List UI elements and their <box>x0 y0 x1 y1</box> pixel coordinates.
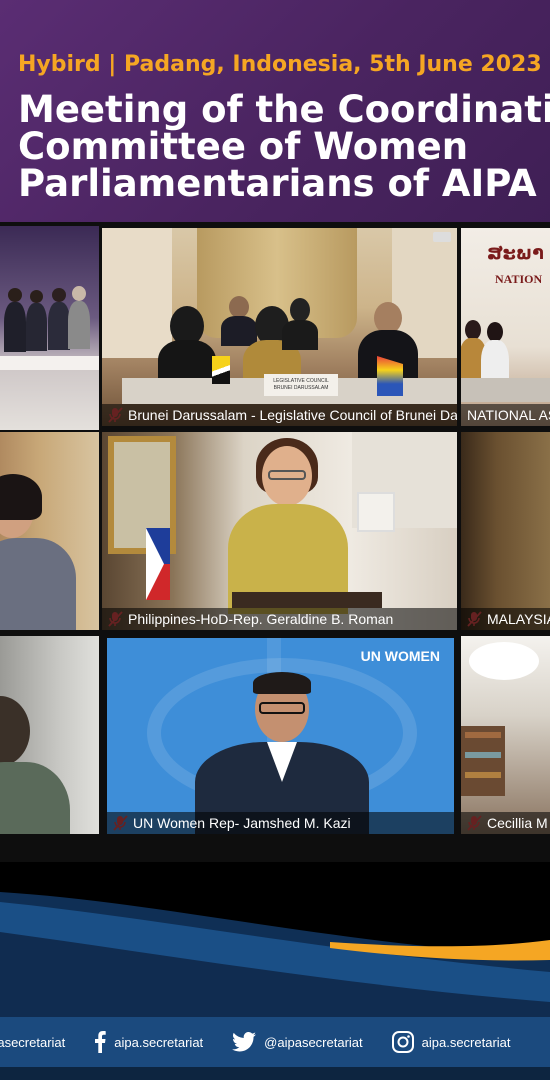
social-handle: aipa.secretariat <box>421 1034 511 1050</box>
event-title-line-2: Committee of Women <box>18 125 469 168</box>
twitter-icon <box>231 1032 257 1052</box>
instagram-icon <box>391 1030 415 1054</box>
video-tile-brunei[interactable]: LEGISLATIVE COUNCIL BRUNEI DARUSSALAM Br… <box>102 228 457 426</box>
tile-label: Brunei Darussalam - Legislative Council … <box>102 404 457 426</box>
tile-label: NATIONAL ASSEMBLY OF LAO PDR <box>461 404 550 426</box>
nameplate: LEGISLATIVE COUNCIL BRUNEI DARUSSALAM <box>264 374 338 396</box>
social-handle: @aipasecretariat <box>264 1034 363 1050</box>
video-tile-un-women[interactable]: UN WOMEN UN Women Rep- Jamshed M. Kazi <box>107 638 454 834</box>
video-tile-hall[interactable] <box>0 226 99 430</box>
social-instagram-1[interactable]: aipasecretariat <box>0 1035 65 1050</box>
video-tile-woman-left[interactable] <box>0 432 99 630</box>
social-handle: aipasecretariat <box>0 1034 66 1050</box>
video-tile-lao[interactable]: ສະພາ NATION NATIONAL ASSEMBLY OF LAO PDR <box>461 228 550 426</box>
social-twitter[interactable]: @aipasecretariat <box>231 1032 363 1052</box>
event-title-line-3: Parliamentarians of AIPA (WAIPA) <box>18 162 550 205</box>
video-tile-cecillia[interactable]: Cecillia M <box>461 636 550 834</box>
event-subtitle: Hybird | Padang, Indonesia, 5th June 202… <box>18 52 542 77</box>
footer-banner: aipasecretariat aipa.secretariat @aipase… <box>0 862 550 1080</box>
video-tile-malaysia[interactable]: MALAYSIA <box>461 432 550 630</box>
header-banner: Hybird | Padang, Indonesia, 5th June 202… <box>0 0 550 222</box>
tile-label: Philippines-HoD-Rep. Geraldine B. Roman <box>102 608 457 630</box>
event-title-line-1: Meeting of the Coordinating <box>18 88 550 131</box>
video-tile-left-3[interactable] <box>0 636 99 834</box>
video-tile-philippines[interactable]: Philippines-HoD-Rep. Geraldine B. Roman <box>102 432 457 630</box>
social-handle: aipa.secretariat <box>114 1034 204 1050</box>
tile-label: Cecillia M <box>461 812 550 834</box>
social-bar: aipasecretariat aipa.secretariat @aipase… <box>0 1017 550 1067</box>
social-instagram-2[interactable]: aipa.secretariat <box>391 1030 511 1054</box>
video-grid: LEGISLATIVE COUNCIL BRUNEI DARUSSALAM Br… <box>0 222 550 862</box>
backdrop-sign: NATION <box>495 272 543 286</box>
facebook-icon <box>93 1031 107 1053</box>
un-women-logo: UN WOMEN <box>360 648 440 664</box>
footer-wave-decoration <box>0 862 550 1022</box>
social-facebook[interactable]: aipa.secretariat <box>93 1031 203 1053</box>
event-title: Meeting of the Coordinating Committee of… <box>18 91 550 202</box>
tile-label: UN Women Rep- Jamshed M. Kazi <box>107 812 454 834</box>
tile-label: MALAYSIA <box>461 608 550 630</box>
